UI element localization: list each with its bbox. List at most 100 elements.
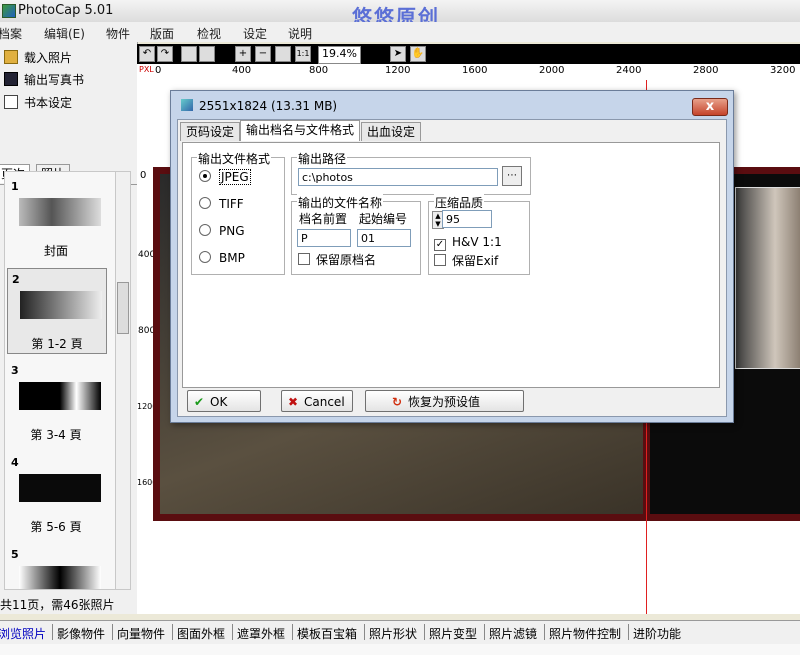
- tab-separator: [364, 624, 365, 640]
- close-button[interactable]: x: [692, 98, 728, 116]
- page-thumb-image: [19, 382, 101, 410]
- tab-separator: [112, 624, 113, 640]
- tab-panel: 输出文件格式 JPEG TIFF PNG BMP 输出路径 c:\photos …: [182, 142, 720, 388]
- format-bmp-radio[interactable]: BMP: [199, 251, 245, 265]
- tab-photo-filter[interactable]: 照片滤镜: [489, 625, 537, 642]
- paste-icon[interactable]: [199, 46, 215, 62]
- path-group: 输出路径 c:\photos ⋯: [291, 150, 531, 195]
- menu-layout[interactable]: 版面: [150, 25, 174, 42]
- book-settings-label: 书本设定: [24, 96, 73, 110]
- dialog-title: 2551x1824 (13.31 MB): [199, 99, 338, 113]
- tab-frame[interactable]: 图面外框: [177, 625, 225, 642]
- page-label: 封面: [43, 244, 68, 258]
- selected-photo-object[interactable]: [735, 187, 800, 369]
- pointer-tool-icon[interactable]: ➤: [390, 46, 406, 62]
- scroll-thumb[interactable]: [117, 282, 129, 334]
- exif-label: 保留Exif: [452, 254, 499, 268]
- hand-tool-icon[interactable]: ✋: [410, 46, 426, 62]
- thumbnail-scrollbar[interactable]: [115, 171, 131, 590]
- keep-name-label: 保留原档名: [316, 253, 377, 267]
- format-jpeg-radio[interactable]: JPEG: [199, 169, 251, 185]
- reset-defaults-button[interactable]: ↻ 恢复为预设值: [365, 390, 524, 412]
- ok-button[interactable]: ✔ OK: [187, 390, 261, 412]
- quality-field[interactable]: 95: [442, 210, 492, 228]
- tab-vector-objects[interactable]: 向量物件: [117, 625, 165, 642]
- page-thumb[interactable]: 4 第 5-6 頁: [7, 452, 105, 536]
- reset-icon: ↻: [391, 395, 403, 409]
- menu-view[interactable]: 检视: [197, 25, 221, 42]
- tab-photo-warp[interactable]: 照片变型: [429, 625, 477, 642]
- menu-object[interactable]: 物件: [106, 25, 130, 42]
- load-photos-label: 载入照片: [24, 51, 73, 65]
- browse-folder-icon[interactable]: ⋯: [502, 166, 522, 186]
- exif-checkbox[interactable]: 保留Exif: [434, 252, 498, 269]
- tab-browse-photos[interactable]: 浏览照片: [0, 625, 46, 642]
- tab-mask-frame[interactable]: 遮罩外框: [237, 625, 285, 642]
- export-book-label: 输出写真书: [24, 73, 85, 87]
- redo-icon[interactable]: ↷: [157, 46, 173, 62]
- tab-bleed[interactable]: 出血设定: [361, 122, 422, 141]
- page-label: 第 1-2 頁: [31, 337, 83, 351]
- format-label: BMP: [219, 251, 245, 265]
- page-count-status: 共11页，需46张照片: [0, 598, 115, 612]
- tab-page-number[interactable]: 页码设定: [180, 122, 241, 141]
- tab-templates[interactable]: 模板百宝箱: [297, 625, 357, 642]
- zoom-in-icon[interactable]: +: [235, 46, 251, 62]
- ruler-tick: 2000: [539, 65, 565, 76]
- radio-dot: [199, 251, 211, 263]
- page-thumb-selected[interactable]: 2 第 1-2 頁: [7, 268, 107, 354]
- tab-separator: [172, 624, 173, 640]
- menu-file[interactable]: 档案: [0, 25, 22, 42]
- format-group: 输出文件格式 JPEG TIFF PNG BMP: [191, 150, 285, 275]
- menu-bar: 档案 编辑(E) 物件 版面 检视 设定 说明: [0, 22, 800, 42]
- fit-window-icon[interactable]: [275, 46, 291, 62]
- page-thumb[interactable]: 1 封面: [7, 176, 105, 260]
- tab-photo-shape[interactable]: 照片形状: [369, 625, 417, 642]
- format-label: PNG: [219, 224, 245, 238]
- page-thumb[interactable]: 3 第 3-4 頁: [7, 360, 105, 444]
- path-field[interactable]: c:\photos: [298, 168, 498, 186]
- export-book-button[interactable]: 输出写真书: [4, 71, 84, 88]
- page-thumb[interactable]: 5: [7, 544, 105, 589]
- keep-name-checkbox[interactable]: 保留原档名: [298, 251, 376, 268]
- x-icon: ✖: [287, 395, 299, 409]
- ok-label: OK: [210, 395, 228, 409]
- check-icon: ✔: [193, 395, 205, 409]
- undo-icon[interactable]: ↶: [139, 46, 155, 62]
- ruler-tick: 3200: [770, 65, 796, 76]
- filename-group: 输出的文件名称 档名前置 起始编号 P 01 保留原档名: [291, 194, 421, 275]
- copy-icon[interactable]: [181, 46, 197, 62]
- radio-dot: [199, 224, 211, 236]
- zoom-out-icon[interactable]: −: [255, 46, 271, 62]
- page-number: 3: [11, 364, 19, 377]
- page-thumbnails: 1 封面 2 第 1-2 頁 3 第 3-4 頁 4 第 5-6 頁 5: [4, 171, 116, 590]
- format-png-radio[interactable]: PNG: [199, 224, 245, 238]
- zoom-level: 19.4%: [318, 46, 361, 64]
- ruler-tick: 2800: [693, 65, 719, 76]
- page-number: 2: [12, 273, 20, 286]
- cancel-label: Cancel: [304, 395, 345, 409]
- menu-settings[interactable]: 设定: [243, 25, 267, 42]
- load-photos-button[interactable]: 载入照片: [4, 49, 72, 66]
- tab-advanced[interactable]: 进阶功能: [633, 625, 681, 642]
- format-tiff-radio[interactable]: TIFF: [199, 197, 244, 211]
- book-settings-button[interactable]: 书本设定: [4, 94, 72, 111]
- path-group-title: 输出路径: [297, 150, 348, 167]
- menu-help[interactable]: 说明: [288, 25, 312, 42]
- checkbox-box: [434, 254, 446, 266]
- tab-image-objects[interactable]: 影像物件: [57, 625, 105, 642]
- page-number: 1: [11, 180, 19, 193]
- tab-output-format[interactable]: 输出档名与文件格式: [240, 120, 361, 141]
- page-thumb-image: [20, 291, 102, 319]
- start-number-field[interactable]: 01: [357, 229, 411, 247]
- horizontal-ruler: PXL 0 400 800 1200 1600 2000 2400 2800 3…: [137, 64, 800, 81]
- hv-checkbox[interactable]: ✓ H&V 1:1: [434, 235, 502, 251]
- page-thumb-image: [19, 198, 101, 226]
- menu-edit[interactable]: 编辑(E): [44, 25, 85, 42]
- tab-object-control[interactable]: 照片物件控制: [549, 625, 621, 642]
- prefix-field[interactable]: P: [297, 229, 351, 247]
- radio-dot: [199, 170, 211, 182]
- actual-size-icon[interactable]: 1:1: [295, 46, 311, 62]
- tab-separator: [232, 624, 233, 640]
- cancel-button[interactable]: ✖ Cancel: [281, 390, 353, 412]
